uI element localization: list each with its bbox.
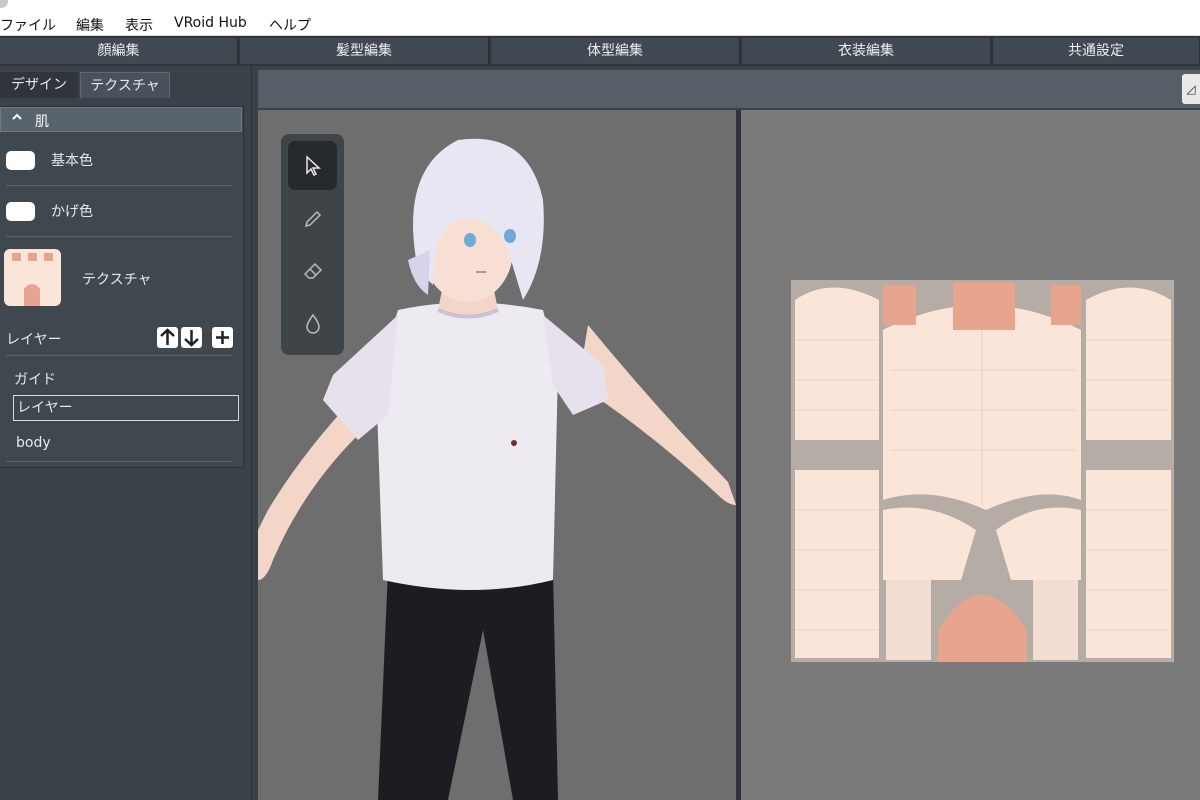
divider <box>6 461 232 462</box>
base-color-label: 基本色 <box>51 153 93 169</box>
arrow-down-icon <box>184 330 199 347</box>
eraser-tool-button[interactable] <box>288 246 337 295</box>
subtab-design[interactable]: デザイン <box>0 72 78 98</box>
uv-texture-map <box>791 280 1174 662</box>
uv-texture-viewport[interactable] <box>741 110 1200 800</box>
tab-hair-edit[interactable]: 髪型編集 <box>240 38 489 64</box>
viewport-toolbar: ◿ <box>258 70 1200 108</box>
menu-vroid-hub[interactable]: VRoid Hub <box>174 15 247 31</box>
menu-bar: ファイル 編集 表示 VRoid Hub ヘルプ <box>0 12 1200 36</box>
pencil-icon <box>304 210 322 228</box>
subtab-texture[interactable]: テクスチャ <box>80 72 170 98</box>
base-color-row[interactable]: 基本色 <box>0 135 242 185</box>
arrow-up-icon <box>160 328 175 345</box>
shadow-color-swatch[interactable] <box>6 202 35 221</box>
menu-file[interactable]: ファイル <box>0 15 56 35</box>
menu-help[interactable]: ヘルプ <box>269 15 311 35</box>
model-viewport[interactable] <box>258 110 736 800</box>
skin-section-title: 肌 <box>35 114 49 130</box>
view-toggle-button[interactable]: ◿ <box>1182 74 1200 104</box>
skin-section: 肌 基本色 かげ色 テクスチャ レイヤー ガイド レイヤー body <box>0 106 244 468</box>
layer-down-button[interactable] <box>181 327 202 348</box>
chevron-up-icon <box>11 111 23 127</box>
menu-edit[interactable]: 編集 <box>76 15 104 35</box>
tab-body-edit[interactable]: 体型編集 <box>491 38 740 64</box>
layer-item-guide[interactable]: ガイド <box>14 369 56 389</box>
texture-label: テクスチャ <box>82 272 152 288</box>
layer-item-body[interactable]: body <box>16 435 51 451</box>
shadow-color-row[interactable]: かげ色 <box>0 186 242 236</box>
eraser-icon <box>303 262 323 279</box>
add-layer-button[interactable] <box>212 327 233 348</box>
plus-icon <box>216 331 229 344</box>
drop-icon <box>306 313 320 334</box>
skin-section-header[interactable]: 肌 <box>0 107 242 132</box>
pen-tool-button[interactable] <box>288 194 337 243</box>
menu-view[interactable]: 表示 <box>125 15 153 35</box>
texture-thumbnail[interactable] <box>4 249 61 306</box>
app-icon <box>0 0 8 8</box>
divider <box>6 236 232 237</box>
layer-item-selected[interactable]: レイヤー <box>13 395 239 421</box>
layer-label: レイヤー <box>6 332 62 348</box>
shadow-color-label: かげ色 <box>51 204 93 220</box>
base-color-swatch[interactable] <box>6 151 35 170</box>
left-panel: デザイン テクスチャ 肌 基本色 かげ色 テクスチャ レイヤー ガイド レイヤー… <box>0 66 252 800</box>
editor-tab-bar: 顔編集 髪型編集 体型編集 衣装編集 共通設定 <box>0 36 1200 66</box>
select-tool-button[interactable] <box>288 141 337 190</box>
window-titlebar <box>0 0 1200 12</box>
layer-up-button[interactable] <box>157 327 178 348</box>
tab-face-edit[interactable]: 顔編集 <box>0 38 238 64</box>
tool-palette <box>281 134 344 355</box>
divider <box>6 355 232 356</box>
tab-common-settings[interactable]: 共通設定 <box>993 38 1200 64</box>
tab-outfit-edit[interactable]: 衣装編集 <box>742 38 991 64</box>
cursor-arrow-icon <box>306 155 321 177</box>
fill-tool-button[interactable] <box>288 299 337 348</box>
